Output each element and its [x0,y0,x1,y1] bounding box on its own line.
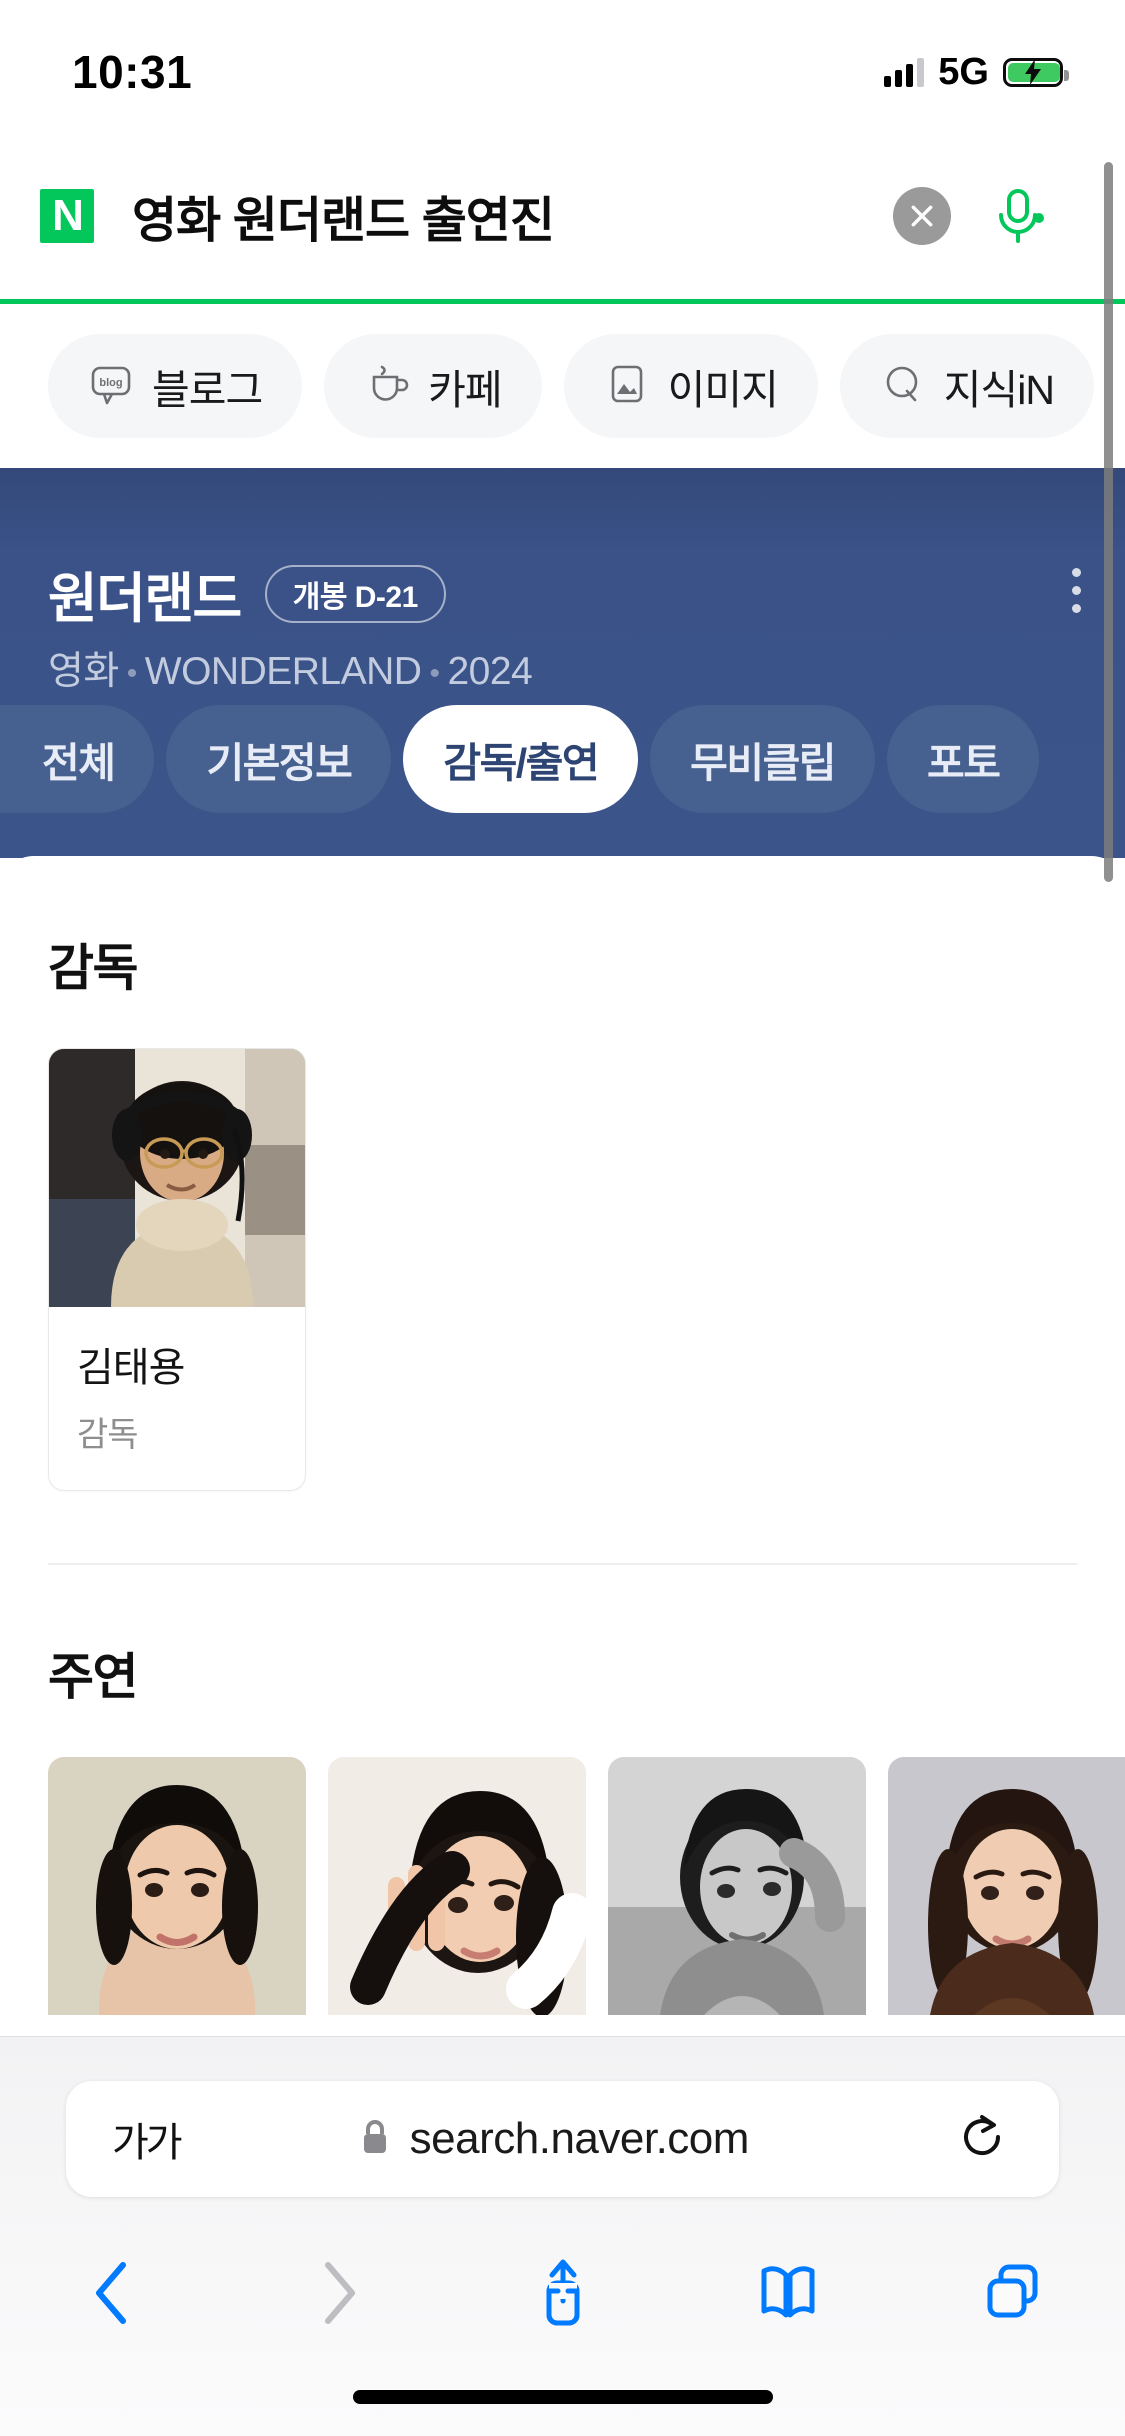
list-item[interactable] [328,1757,586,2015]
filter-chip-kin[interactable]: 지식iN [839,334,1094,438]
cellular-signal-icon [884,57,925,87]
url-text: search.naver.com [409,2114,750,2163]
filter-chip-label: 지식iN [943,367,1055,413]
naver-search-header: N 영화 원더랜드 출연진 [0,130,1125,302]
lock-icon [358,2117,392,2162]
forward-button[interactable] [225,2257,450,2329]
home-indicator [352,2390,773,2404]
filter-chip-blog[interactable]: blog 블로그 [48,334,303,438]
movie-subtitle: 영화 • WONDERLAND • 2024 [48,650,533,693]
network-type-label: 5G [938,50,989,93]
back-button[interactable] [0,2257,225,2329]
movie-category: 영화 [48,650,119,693]
reload-icon[interactable] [957,2112,1007,2167]
director-role: 감독 [77,1416,139,1454]
search-filter-chips: blog 블로그 카페 이미지 지식iN [0,304,1125,468]
list-item[interactable] [48,1757,306,2015]
cast-list[interactable] [0,1709,1125,2015]
actor-portrait-1 [48,1757,306,2015]
microphone-icon[interactable] [985,183,1051,249]
safari-toolbar [0,2233,1125,2353]
tab-photos[interactable]: 포토 [887,705,1040,813]
share-button[interactable] [450,2253,675,2333]
status-bar-time: 10:31 [72,46,193,98]
question-icon [880,361,926,412]
page-title: 원더랜드 [48,569,242,629]
director-name: 김태용 [77,1346,185,1390]
phone-screen: 10:31 5G N 영화 원더랜드 출연진 blog 블로그 카페 이미지 지… [0,0,1125,2436]
address-bar[interactable]: 가가 search.naver.com [66,2081,1059,2197]
director-section-heading: 감독 [48,940,139,996]
filter-chip-image[interactable]: 이미지 [563,334,818,438]
cast-section-heading: 주연 [48,1649,139,1705]
tab-movie-clips[interactable]: 무비클립 [650,705,876,813]
movie-year: 2024 [447,650,533,693]
tab-basic-info[interactable]: 기본정보 [166,705,392,813]
status-badge: 개봉 D-21 [264,564,446,623]
director-portrait [49,1049,305,1307]
movie-original-title: WONDERLAND [144,650,422,693]
kebab-menu-icon[interactable] [1071,568,1081,613]
image-icon [604,361,650,412]
actor-portrait-4 [888,1757,1125,2015]
director-card[interactable]: 김태용 감독 [48,1048,306,1491]
search-input[interactable]: 영화 원더랜드 출연진 [132,181,893,252]
blog-icon: blog [88,361,134,412]
naver-n-logo[interactable]: N [40,189,94,243]
list-item[interactable] [608,1757,866,2015]
cup-icon [364,361,410,412]
filter-chip-label: 블로그 [152,367,263,413]
bookmarks-button[interactable] [675,2257,900,2329]
tab-director-cast[interactable]: 감독/출연 [403,705,639,813]
actor-portrait-2 [328,1757,586,2015]
content-sheet: 감독 김태용 감독 주연 [0,856,1125,2036]
page-scrollbar[interactable] [1104,162,1113,882]
filter-chip-label: 카페 [428,367,502,413]
svg-text:blog: blog [99,377,122,389]
safari-bottom-bar: 가가 search.naver.com [0,2036,1125,2436]
close-icon[interactable] [893,187,951,245]
filter-chip-label: 이미지 [667,367,779,413]
status-bar: 10:31 5G [0,0,1125,130]
battery-charging-icon [1003,57,1069,87]
filter-chip-cafe[interactable]: 카페 [324,334,542,438]
actor-portrait-3 [608,1757,866,2015]
tabs-button[interactable] [900,2257,1125,2329]
list-item[interactable] [888,1757,1125,2015]
tab-all[interactable]: 전체 [0,705,155,813]
movie-tabs: 전체 기본정보 감독/출연 무비클립 포토 [0,700,1125,818]
